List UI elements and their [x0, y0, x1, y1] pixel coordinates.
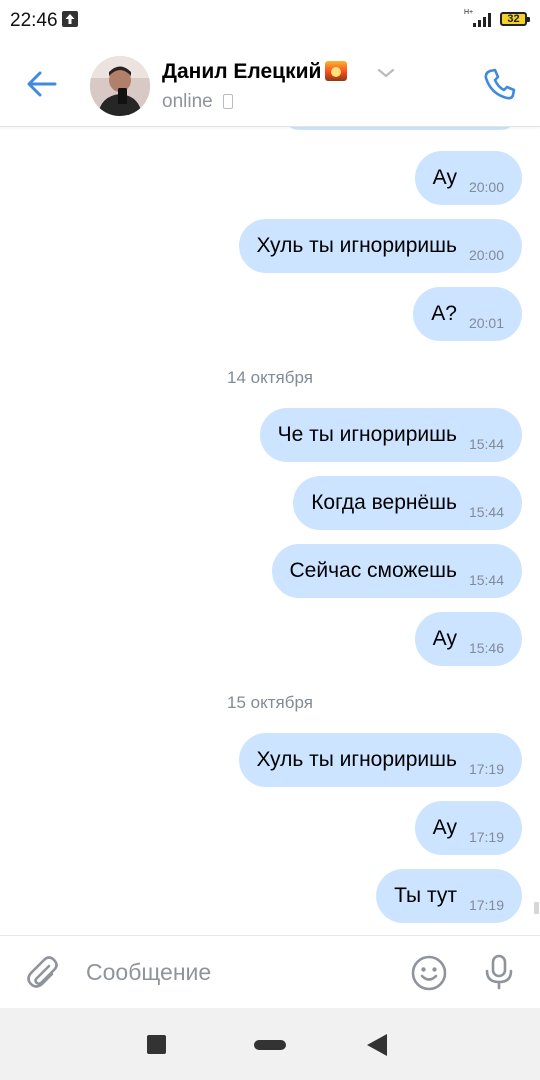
chat-header: Данил Елецкий online [0, 40, 540, 127]
contact-name[interactable]: Данил Елецкий [162, 60, 348, 84]
message-time: 17:19 [468, 829, 504, 845]
microphone-icon [485, 954, 513, 990]
attach-button[interactable] [22, 952, 62, 992]
message-bubble[interactable]: Когда вернёшь 15:44 [293, 476, 522, 530]
chat-screen: Ау 20:00 Хуль ты игнориришь 20:00 А? 20:… [0, 0, 540, 1080]
message-bubble[interactable]: А? 20:01 [413, 287, 522, 341]
message-bubble[interactable]: Ты тут 17:19 [376, 869, 522, 923]
contact-status: online [162, 91, 233, 113]
system-nav-bar [0, 1008, 540, 1080]
message-time: 15:46 [468, 640, 504, 656]
message-text: Хуль ты игнориришь [256, 748, 457, 771]
smile-icon [411, 955, 447, 991]
message-text: Когда вернёшь [311, 491, 457, 514]
message-time: 15:44 [468, 504, 504, 520]
recent-apps-button[interactable] [147, 1035, 166, 1054]
message-text: Че ты игнориришь [277, 423, 457, 446]
status-bar: 22:46 H+ 32 [0, 0, 540, 40]
message-bubble[interactable]: Хуль ты игнориришь 17:19 [238, 733, 522, 787]
system-back-button[interactable] [367, 1034, 387, 1056]
message-text: Ау [432, 816, 457, 839]
paperclip-icon [27, 956, 58, 988]
scrollbar-thumb[interactable] [534, 902, 539, 914]
message-time: 15:44 [468, 436, 504, 452]
status-text: online [162, 91, 213, 112]
mobile-device-icon [222, 94, 233, 109]
contact-name-text: Данил Елецкий [162, 60, 322, 83]
battery-icon: 32 [500, 12, 530, 26]
message-input[interactable] [86, 952, 386, 992]
signal-icon [473, 13, 491, 27]
phone-icon [484, 68, 516, 100]
message-text: Ты тут [394, 884, 457, 907]
message-text: А? [431, 302, 457, 325]
message-text: Хуль ты игнориришь [256, 234, 457, 257]
date-separator: 15 октября [227, 693, 313, 712]
message-time: 20:01 [468, 315, 504, 331]
message-time: 20:00 [468, 179, 504, 195]
message-bubble[interactable]: Ау 17:19 [414, 801, 522, 855]
arrow-left-icon [27, 71, 57, 97]
call-button[interactable] [480, 64, 520, 104]
emoji-button[interactable] [410, 954, 448, 992]
message-text: Ау [432, 627, 457, 650]
message-list[interactable]: Ау 20:00 Хуль ты игнориришь 20:00 А? 20:… [0, 0, 540, 935]
message-bubble[interactable]: Хуль ты игнориришь 20:00 [238, 219, 522, 273]
avatar[interactable] [90, 56, 150, 116]
message-text: Сейчас сможешь [289, 559, 457, 582]
avatar-photo [90, 56, 150, 116]
message-bubble[interactable]: Че ты игнориришь 15:44 [259, 408, 522, 462]
voice-record-button[interactable] [480, 952, 518, 992]
message-time: 20:00 [468, 247, 504, 263]
back-button[interactable] [22, 64, 62, 104]
status-time: 22:46 [10, 10, 58, 31]
home-button[interactable] [254, 1040, 286, 1050]
message-bubble[interactable]: Сейчас сможешь 15:44 [271, 544, 522, 598]
upload-icon [62, 11, 78, 27]
chevron-down-icon[interactable] [376, 66, 396, 80]
message-time: 15:44 [468, 572, 504, 588]
message-composer [0, 935, 540, 1009]
message-time: 17:19 [468, 897, 504, 913]
message-bubble[interactable]: Ау 15:46 [414, 612, 522, 666]
message-bubble[interactable]: Ау 20:00 [414, 151, 522, 205]
date-separator: 14 октября [227, 368, 313, 387]
sunset-emoji-icon [325, 61, 348, 81]
network-type: H+ [464, 9, 474, 16]
message-time: 17:19 [468, 761, 504, 777]
message-text: Ау [432, 166, 457, 189]
